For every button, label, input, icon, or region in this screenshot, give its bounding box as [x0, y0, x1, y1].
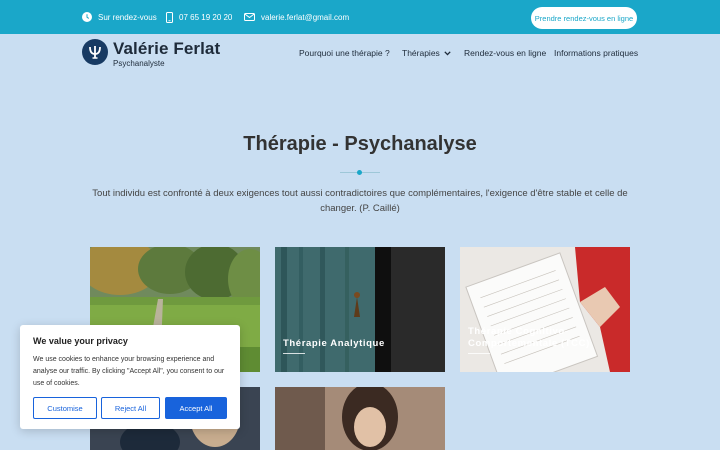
card-label: Thérapie Cognitivo-Comportementale (TCC)	[468, 326, 590, 349]
nav-item-label: Informations pratiques	[554, 48, 639, 58]
phone-icon	[166, 11, 173, 23]
therapy-card-woman[interactable]	[275, 387, 445, 450]
card-label-underline	[283, 353, 305, 354]
appointment-info: Sur rendez-vous	[82, 0, 157, 34]
intro-quote: Tout individu est confronté à deux exige…	[92, 188, 628, 214]
woman-image	[275, 387, 445, 450]
nav-item-therapies[interactable]: Thérapies	[402, 48, 451, 58]
email-link[interactable]: valerie.ferlat@gmail.com	[244, 0, 349, 34]
cookie-consent-banner: We value your privacy We use cookies to …	[20, 325, 240, 429]
brand-name[interactable]: Valérie Ferlat	[113, 39, 220, 59]
appointment-info-text: Sur rendez-vous	[98, 12, 157, 22]
therapy-card-analytique[interactable]: Thérapie Analytique	[275, 247, 445, 372]
phone-text: 07 65 19 20 20	[179, 12, 233, 22]
card-label: Thérapie Analytique	[283, 338, 385, 349]
title-divider-dot	[357, 170, 362, 175]
nav-item-practical-info[interactable]: Informations pratiques	[554, 48, 638, 58]
brand-subtitle: Psychanalyste	[113, 59, 165, 68]
nav-item-label: Rendez-vous en ligne	[464, 48, 547, 58]
customise-button[interactable]: Customise	[33, 397, 97, 419]
chevron-down-icon	[444, 50, 451, 56]
nav-item-label: Pourquoi une thérapie ?	[299, 48, 390, 58]
email-text: valerie.ferlat@gmail.com	[261, 12, 350, 22]
book-online-button[interactable]: Prendre rendez-vous en ligne	[531, 7, 637, 29]
cookie-text: We use cookies to enhance your browsing …	[33, 356, 225, 387]
topbar: Sur rendez-vous 07 65 19 20 20 valerie.f…	[0, 0, 720, 34]
clock-icon	[82, 12, 92, 22]
reject-all-button[interactable]: Reject All	[101, 397, 160, 419]
phone-link[interactable]: 07 65 19 20 20	[166, 0, 232, 34]
nav-item-online-booking[interactable]: Rendez-vous en ligne	[464, 48, 546, 58]
cookie-title: We value your privacy	[33, 336, 128, 346]
therapy-card-tcc[interactable]: Thérapie Cognitivo-Comportementale (TCC)	[460, 247, 630, 372]
nav-item-label: Thérapies	[402, 48, 440, 58]
page-title: Thérapie - Psychanalyse	[243, 133, 477, 155]
psi-icon	[89, 46, 101, 59]
logo[interactable]	[82, 39, 108, 65]
nav-item-why-therapy[interactable]: Pourquoi une thérapie ?	[299, 48, 390, 58]
accept-all-button[interactable]: Accept All	[165, 397, 227, 419]
email-icon	[244, 13, 255, 21]
card-label-underline	[468, 353, 490, 354]
